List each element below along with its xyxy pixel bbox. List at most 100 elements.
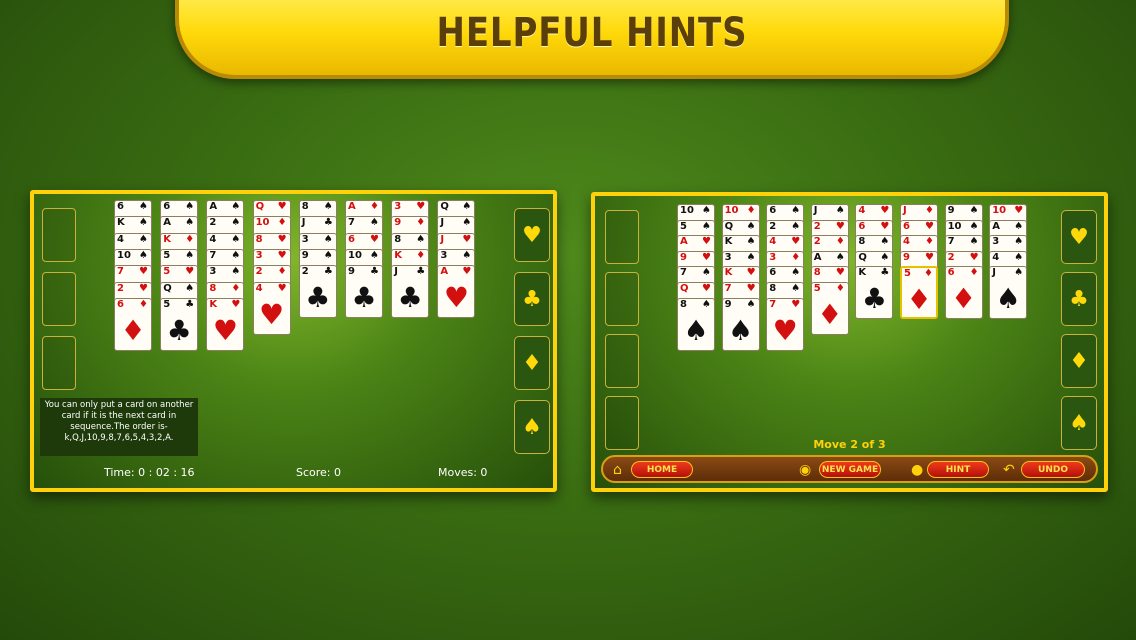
card-rank: 10 [724,205,739,216]
spade-foundation-icon[interactable]: ♠ [514,400,550,454]
playing-card[interactable]: 5 ♣ ♣ [160,297,199,351]
card-suit-icon: ♠ [416,233,426,245]
card-rank: 4 [769,236,777,248]
free-cell-slot[interactable] [42,208,76,262]
playing-card[interactable]: 7 ♥ ♥ [766,297,805,351]
card-rank: A [163,217,171,229]
card-suit-icon: ♥ [702,283,711,294]
card-suit-icon: ♠ [969,220,979,232]
heart-foundation-icon[interactable]: ♥ [1061,210,1097,264]
lightbulb-icon: ● [911,462,924,478]
playing-card[interactable]: 6 ♦ ♦ [944,266,983,320]
playing-card[interactable]: K ♣ ♣ [855,266,894,320]
playing-card[interactable]: 2 ♣ ♣ [298,265,337,319]
card-face-suit-icon: ♣ [166,313,192,347]
card-suit-icon: ♦ [969,267,979,279]
card-rank: A [440,266,449,278]
hint-button[interactable]: HINT [927,461,989,478]
card-suit-icon: ♦ [139,298,148,310]
card-face-suit-icon: ♦ [951,282,977,316]
card-rank: 4 [858,205,866,216]
card-suit-icon: ♦ [370,201,379,212]
card-suit-icon: ♠ [880,251,890,263]
card-suit-icon: ♥ [185,266,195,278]
card-suit-icon: ♠ [139,233,148,245]
club-foundation-icon[interactable]: ♣ [514,272,550,326]
card-rank: Q [724,220,734,232]
home-button[interactable]: HOME [631,461,693,478]
card-rank: 5 [904,268,911,280]
diamond-foundation-icon[interactable]: ♦ [514,336,550,390]
card-rank: 4 [209,233,217,245]
playing-card[interactable]: K ♥ ♥ [206,297,245,351]
card-suit-icon: ♦ [925,236,934,248]
card-suit-icon: ♣ [185,298,195,310]
card-face-suit-icon: ♣ [305,281,331,315]
card-suit-icon: ♠ [139,249,148,261]
free-cell-slot[interactable] [42,272,76,326]
playing-card[interactable]: A ♥ ♥ [437,265,476,319]
card-rank: 8 [394,233,402,245]
card-suit-icon: ♠ [185,217,195,229]
card-suit-icon: ♦ [835,283,845,294]
playing-card[interactable]: J ♣ ♣ [391,265,430,319]
card-rank: 2 [813,236,821,248]
card-face-suit-icon: ♣ [861,282,887,316]
free-cell-slot[interactable] [605,210,639,264]
card-rank: 7 [117,266,124,278]
card-rank: J [440,233,445,245]
card-suit-icon: ♦ [925,205,934,216]
new-game-button[interactable]: NEW GAME [819,461,881,478]
free-cell-slot[interactable] [605,272,639,326]
card-rank: 3 [724,251,732,263]
card-suit-icon: ♥ [835,267,845,279]
card-suit-icon: ♠ [746,220,756,232]
card-rank: 3 [209,266,217,278]
card-rank: 5 [163,298,171,310]
card-rank: J [440,217,445,229]
playing-card[interactable]: J ♠ ♠ [989,266,1028,320]
card-rank: Q [680,283,689,294]
card-suit-icon: ♣ [416,266,426,278]
card-rank: 5 [163,249,171,261]
card-rank: 7 [348,217,355,229]
card-rank: K [117,217,125,229]
card-suit-icon: ♠ [791,283,801,294]
free-cell-slot[interactable] [42,336,76,390]
playing-card[interactable]: 5 ♦ ♦ [810,282,849,335]
card-rank: J [394,266,398,278]
card-rank: K [858,267,867,279]
card-suit-icon: ♠ [323,201,333,212]
card-rank: 5 [680,220,687,232]
card-rank: 6 [769,205,777,216]
free-cell-slot[interactable] [605,334,639,388]
card-suit-icon: ♠ [702,220,711,232]
card-suit-icon: ♥ [880,220,890,232]
card-rank: 8 [209,282,217,294]
playing-card[interactable]: 4 ♥ ♥ [252,281,291,335]
card-rank: 10 [680,205,694,216]
card-rank: 6 [117,298,124,310]
playing-card[interactable]: 9 ♣ ♣ [345,265,383,319]
playing-card[interactable]: 5 ♦ ♦ [900,266,938,320]
card-rank: 10 [255,217,270,229]
card-suit-icon: ♠ [791,220,801,232]
card-rank: J [903,205,907,216]
card-rank: 9 [348,266,355,278]
card-suit-icon: ♠ [746,251,756,263]
card-rank: J [301,217,306,229]
card-suit-icon: ♠ [370,249,379,261]
card-suit-icon: ♠ [231,233,241,245]
card-suit-icon: ♠ [791,205,801,216]
card-rank: 8 [255,233,263,245]
heart-foundation-icon[interactable]: ♥ [514,208,550,262]
playing-card[interactable]: 6 ♦ ♦ [114,297,152,351]
undo-button[interactable]: UNDO [1021,461,1085,478]
card-suit-icon: ♥ [139,282,148,294]
club-foundation-icon[interactable]: ♣ [1061,272,1097,326]
card-rank: Q [858,251,867,263]
playing-card[interactable]: 9 ♠ ♠ [721,297,760,351]
card-rank: 8 [301,201,309,212]
diamond-foundation-icon[interactable]: ♦ [1061,334,1097,388]
playing-card[interactable]: 8 ♠ ♠ [677,297,715,351]
